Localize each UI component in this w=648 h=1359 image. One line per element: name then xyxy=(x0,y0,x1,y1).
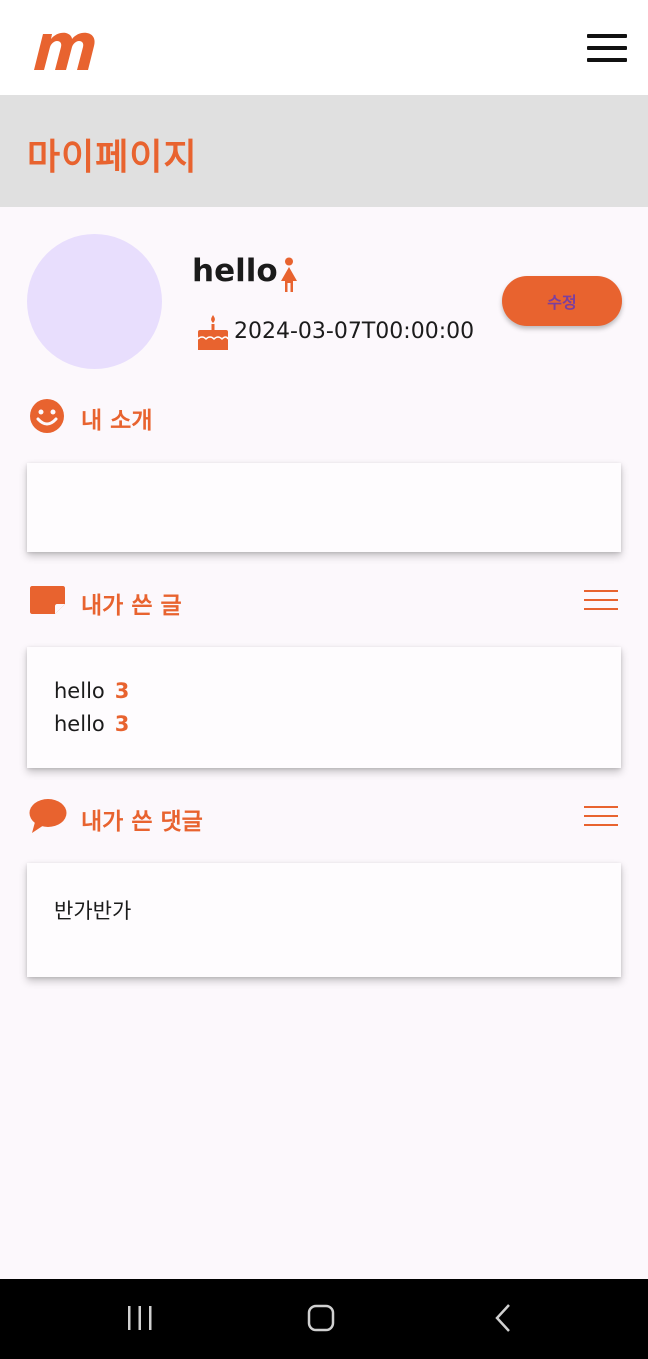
post-title: hello xyxy=(54,679,105,703)
system-navigation-bar xyxy=(0,1279,648,1359)
top-app-bar xyxy=(0,0,648,95)
list-item[interactable]: hello 3 xyxy=(54,712,129,736)
post-count: 3 xyxy=(114,712,130,736)
intro-section-title: 내 소개 xyxy=(81,408,153,434)
edit-profile-button[interactable]: 수정 xyxy=(502,276,622,326)
cake-icon xyxy=(197,315,229,350)
page-title: 마이페이지 xyxy=(27,137,198,178)
smiley-icon xyxy=(30,399,64,433)
comments-section-title: 내가 쓴 댓글 xyxy=(81,809,203,835)
recents-icon[interactable] xyxy=(126,1305,154,1331)
comments-card: 반가반가 xyxy=(27,863,621,977)
posts-list-icon[interactable] xyxy=(583,588,621,612)
speech-bubble-icon xyxy=(29,799,67,833)
intro-card xyxy=(27,463,621,552)
app-logo[interactable] xyxy=(30,26,98,72)
female-icon xyxy=(281,257,297,292)
hamburger-menu-icon[interactable] xyxy=(584,30,630,66)
posts-card: hello 3 hello 3 xyxy=(27,647,621,768)
list-item[interactable]: 반가반가 xyxy=(54,895,131,925)
username: hello xyxy=(192,253,278,289)
list-item[interactable]: hello 3 xyxy=(54,679,129,703)
birthdate-text: 2024-03-07T00:00:00 xyxy=(234,319,475,344)
post-count: 3 xyxy=(114,679,130,703)
back-icon[interactable] xyxy=(493,1303,513,1333)
note-icon xyxy=(30,586,65,614)
posts-section-title: 내가 쓴 글 xyxy=(81,593,182,619)
avatar[interactable] xyxy=(27,234,162,369)
comments-list-icon[interactable] xyxy=(583,804,621,828)
home-icon[interactable] xyxy=(307,1304,335,1332)
post-title: hello xyxy=(54,712,105,736)
